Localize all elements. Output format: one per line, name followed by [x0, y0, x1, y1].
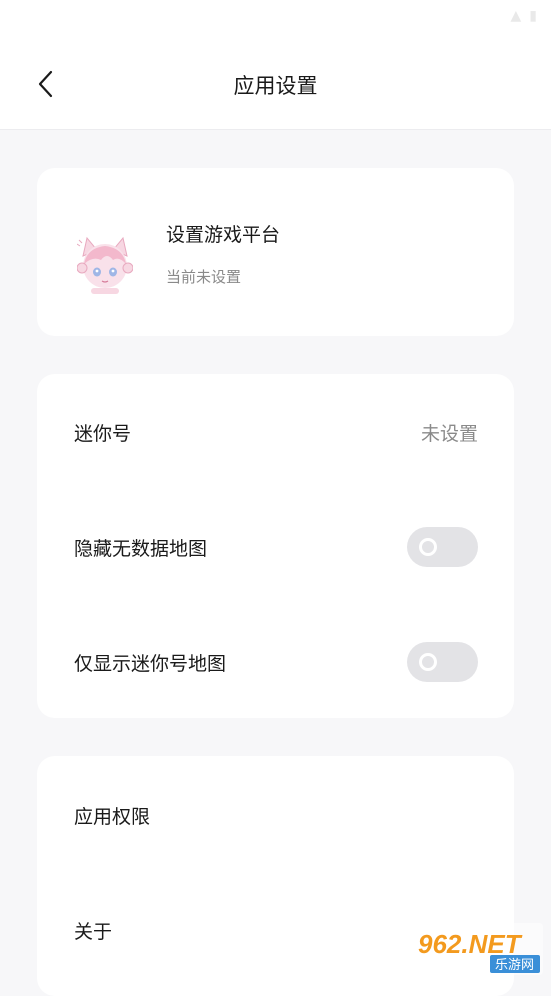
toggle-knob: [419, 653, 437, 671]
mini-id-label: 迷你号: [74, 419, 131, 446]
wifi-icon: ▲: [511, 8, 522, 24]
platform-status: 当前未设置: [166, 266, 241, 287]
page-title: 应用设置: [0, 70, 551, 100]
only-mini-id-maps-toggle[interactable]: [407, 642, 478, 682]
app-header: 应用设置: [0, 44, 551, 130]
app-permissions-row[interactable]: 应用权限: [37, 758, 514, 872]
settings-card: 迷你号 未设置 隐藏无数据地图 仅显示迷你号地图: [37, 374, 514, 718]
status-icons: ▲ ▮: [511, 8, 538, 24]
mini-id-value: 未设置: [421, 419, 478, 446]
platform-title: 设置游戏平台: [166, 220, 280, 247]
site-watermark: 962.NET 乐游网: [412, 923, 543, 975]
battery-icon: ▮: [529, 8, 537, 24]
about-label: 关于: [74, 917, 112, 944]
watermark-subtext: 乐游网: [495, 958, 534, 973]
game-platform-card[interactable]: 设置游戏平台 当前未设置: [37, 168, 514, 336]
status-bar: ▲ ▮: [0, 0, 551, 44]
hide-no-data-maps-row: 隐藏无数据地图: [37, 490, 514, 604]
anime-avatar-icon: [77, 230, 133, 294]
watermark-logo-text: 962.NET: [418, 929, 523, 959]
app-permissions-label: 应用权限: [74, 802, 150, 829]
hide-no-data-maps-toggle[interactable]: [407, 527, 478, 567]
only-mini-id-maps-label: 仅显示迷你号地图: [74, 649, 226, 676]
mini-id-row[interactable]: 迷你号 未设置: [37, 375, 514, 489]
hide-no-data-maps-label: 隐藏无数据地图: [74, 534, 207, 561]
toggle-knob: [419, 538, 437, 556]
only-mini-id-maps-row: 仅显示迷你号地图: [37, 605, 514, 719]
